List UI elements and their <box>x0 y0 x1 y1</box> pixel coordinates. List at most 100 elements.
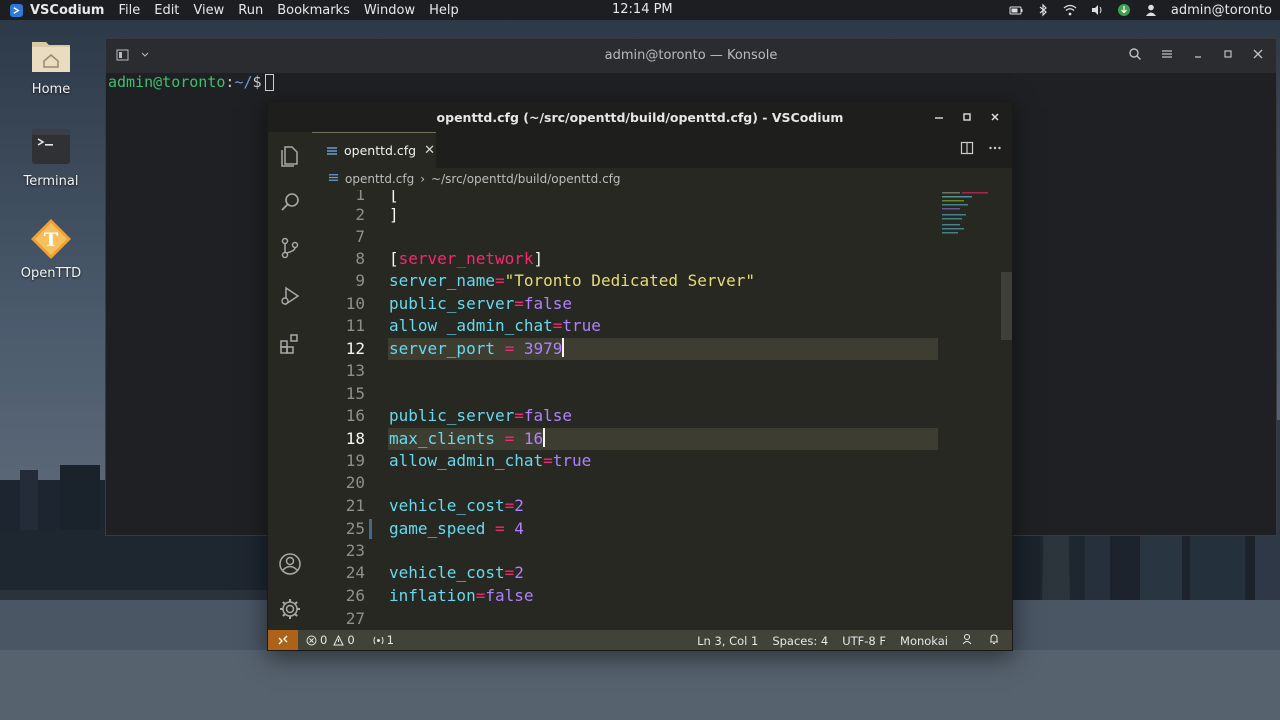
minimap[interactable] <box>940 190 1010 250</box>
source-control-icon[interactable] <box>278 236 302 260</box>
code-editor[interactable]: 1[2] 7 8 [server_network] 9 server_name="Toro… <box>312 190 1012 630</box>
volume-icon[interactable] <box>1090 3 1104 17</box>
remote-indicator[interactable] <box>268 630 298 650</box>
breadcrumb-file[interactable]: openttd.cfg <box>345 172 414 186</box>
account-icon[interactable] <box>278 552 302 576</box>
desktop-icon-openttd[interactable]: T OpenTTD <box>10 218 92 281</box>
desktop-icon-label: Terminal <box>23 174 79 189</box>
menu-file[interactable]: File <box>118 3 140 18</box>
user-name[interactable]: admin@toronto <box>1171 3 1272 18</box>
prompt-user: admin@toronto <box>108 73 226 91</box>
feedback-icon[interactable] <box>962 633 974 648</box>
cursor-position[interactable]: Ln 3, Col 1 <box>697 634 758 648</box>
konsole-titlebar[interactable]: admin@toronto — Konsole <box>106 39 1276 73</box>
more-actions-icon[interactable] <box>988 141 1002 159</box>
split-editor-icon[interactable] <box>960 141 974 159</box>
line-number[interactable]: 18 <box>312 428 365 450</box>
config-key: public_server <box>389 294 515 313</box>
line-number[interactable]: 9 <box>312 270 365 292</box>
line-number[interactable]: 19 <box>312 450 365 472</box>
code-line[interactable]: server_name="Toronto Dedicated Server" <box>389 270 755 292</box>
line-number[interactable]: 11 <box>312 315 365 337</box>
vscodium-window[interactable]: openttd.cfg (~/src/openttd/build/openttd… <box>267 101 1013 651</box>
line-number[interactable]: 27 <box>312 608 365 630</box>
app-name[interactable]: VSCodium <box>30 3 104 18</box>
line-number[interactable]: 2 <box>312 204 365 226</box>
code-line[interactable]: game_speed = 4 <box>389 518 524 540</box>
maximize-icon[interactable] <box>958 108 976 126</box>
code-line[interactable]: server_port = 3979 <box>389 338 565 360</box>
run-debug-icon[interactable] <box>278 284 302 308</box>
indentation[interactable]: Spaces: 4 <box>772 634 828 648</box>
user-icon[interactable] <box>1144 3 1158 17</box>
breadcrumb: openttd.cfg › ~/src/openttd/build/opentt… <box>328 168 621 190</box>
config-operator: = <box>494 339 524 358</box>
code-line[interactable]: [server_network] <box>389 248 543 270</box>
editor-scrollbar[interactable] <box>1001 272 1012 340</box>
config-value: true <box>562 316 601 335</box>
code-line[interactable]: vehicle_cost=2 <box>389 495 524 517</box>
code-line[interactable]: public_server=false <box>389 293 572 315</box>
line-number[interactable]: 25 <box>312 518 365 540</box>
line-number[interactable]: 7 <box>312 226 365 248</box>
code-line[interactable]: public_server=false <box>389 405 572 427</box>
gear-icon[interactable] <box>278 597 302 621</box>
vscodium-titlebar[interactable]: openttd.cfg (~/src/openttd/build/openttd… <box>268 102 1012 132</box>
close-icon[interactable] <box>986 108 1004 126</box>
update-notifier-icon[interactable] <box>1117 3 1131 17</box>
menu-bookmarks[interactable]: Bookmarks <box>277 3 350 18</box>
close-icon[interactable] <box>1252 47 1264 65</box>
close-icon[interactable]: ✕ <box>424 143 435 158</box>
line-number[interactable]: 26 <box>312 585 365 607</box>
ports-indicator[interactable]: 1 <box>373 633 394 647</box>
vscodium-logo-icon[interactable] <box>10 3 23 17</box>
minimize-icon[interactable] <box>1192 47 1204 65</box>
code-line[interactable]: allow _admin_chat=true <box>389 315 601 337</box>
svg-text:T: T <box>44 229 58 251</box>
code-line[interactable]: vehicle_cost=2 <box>389 562 524 584</box>
minimize-icon[interactable] <box>930 108 948 126</box>
line-number[interactable]: 13 <box>312 360 365 382</box>
menu-run[interactable]: Run <box>238 3 263 18</box>
home-folder-icon <box>30 34 72 76</box>
encoding[interactable]: UTF-8 F <box>842 634 886 648</box>
menu-edit[interactable]: Edit <box>154 3 179 18</box>
menu-window[interactable]: Window <box>364 3 415 18</box>
line-number[interactable]: 21 <box>312 495 365 517</box>
line-number[interactable]: 24 <box>312 562 365 584</box>
line-number[interactable]: 20 <box>312 472 365 494</box>
tab-openttd-cfg[interactable]: openttd.cfg ✕ <box>312 132 436 168</box>
wifi-icon[interactable] <box>1063 3 1077 17</box>
line-number[interactable]: 10 <box>312 293 365 315</box>
color-theme[interactable]: Monokai <box>900 634 948 648</box>
terminal-prompt[interactable]: admin@toronto:~/$ <box>108 73 274 91</box>
line-number[interactable]: 8 <box>312 248 365 270</box>
problems-indicator[interactable]: 0 0 <box>306 633 355 647</box>
clock[interactable]: 12:14 PM <box>612 2 673 17</box>
line-number[interactable]: 16 <box>312 405 365 427</box>
bell-icon[interactable] <box>988 633 1000 648</box>
code-line[interactable]: ] <box>389 204 399 226</box>
code-line[interactable]: max_clients = 16 <box>389 428 546 450</box>
bracket: [ <box>389 249 399 268</box>
breadcrumb-path[interactable]: ~/src/openttd/build/openttd.cfg <box>431 172 620 186</box>
desktop-icon-home[interactable]: Home <box>10 34 92 97</box>
search-icon[interactable] <box>278 190 302 214</box>
menu-help[interactable]: Help <box>429 3 459 18</box>
bluetooth-icon[interactable] <box>1036 3 1050 17</box>
desktop-icon-terminal[interactable]: Terminal <box>10 126 92 189</box>
code-line[interactable]: allow_admin_chat=true <box>389 450 591 472</box>
code-line[interactable]: inflation=false <box>389 585 534 607</box>
battery-icon[interactable] <box>1009 3 1023 17</box>
search-icon[interactable] <box>1128 47 1142 65</box>
line-number[interactable]: 23 <box>312 540 365 562</box>
line-number[interactable]: 12 <box>312 338 365 360</box>
line-number[interactable]: 15 <box>312 383 365 405</box>
explorer-icon[interactable] <box>278 144 302 168</box>
config-key: inflation <box>389 586 476 605</box>
extensions-icon[interactable] <box>278 332 302 356</box>
maximize-icon[interactable] <box>1222 47 1234 65</box>
config-value: false <box>523 294 573 313</box>
menu-view[interactable]: View <box>193 3 224 18</box>
hamburger-menu-icon[interactable] <box>1160 47 1174 65</box>
